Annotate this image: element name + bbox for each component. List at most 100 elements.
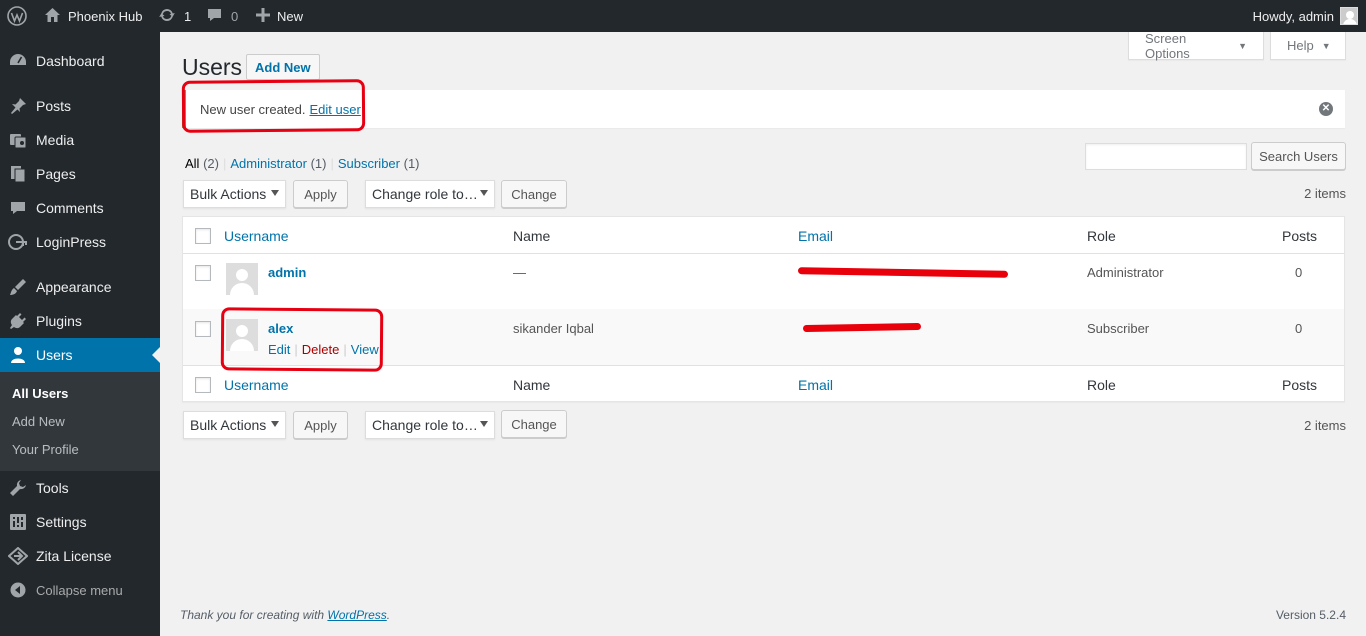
updates-link[interactable]: 1 <box>158 0 191 32</box>
select-all-checkbox[interactable] <box>195 377 211 393</box>
filter-separator: | <box>330 156 334 171</box>
column-email-header[interactable]: Email <box>798 228 833 244</box>
help-label: Help <box>1287 38 1314 53</box>
collapse-menu-button[interactable]: Collapse menu <box>0 575 160 605</box>
filter-administrator[interactable]: Administrator (1) <box>230 156 326 171</box>
submenu-your-profile[interactable]: Your Profile <box>12 442 79 457</box>
change-role-button[interactable]: Change <box>501 180 567 208</box>
wordpress-link[interactable]: WordPress <box>327 608 386 622</box>
tools-icon <box>0 479 36 497</box>
add-new-user-button[interactable]: Add New <box>246 54 320 80</box>
filter-all[interactable]: All (2) <box>185 156 219 171</box>
menu-label: Comments <box>36 200 104 216</box>
menu-dashboard[interactable]: Dashboard <box>0 44 160 78</box>
screen-options-button[interactable]: Screen Options ▼ <box>1128 30 1264 61</box>
change-role-select-bottom[interactable]: Change role to… <box>365 411 495 439</box>
plus-icon <box>256 7 270 25</box>
menu-settings[interactable]: Settings <box>0 505 160 539</box>
menu-zita-license[interactable]: Zita License <box>0 539 160 573</box>
select-value: Bulk Actions <box>190 186 267 202</box>
menu-users[interactable]: Users <box>0 338 160 372</box>
user-avatar <box>1340 7 1358 25</box>
comments-link[interactable]: 0 <box>206 0 238 32</box>
collapse-label: Collapse menu <box>36 582 123 598</box>
page-title: Users <box>182 54 243 80</box>
column-username-footer[interactable]: Username <box>224 377 289 393</box>
filter-separator: | <box>222 156 227 171</box>
dismiss-notice-icon[interactable]: ✕ <box>1319 102 1333 116</box>
menu-pages[interactable]: Pages <box>0 157 160 191</box>
admin-bar: Phoenix Hub 1 0 New Howdy, admin <box>0 0 1366 32</box>
change-role-button-bottom[interactable]: Change <box>501 410 567 438</box>
select-all-checkbox[interactable] <box>195 228 211 244</box>
filter-subscriber[interactable]: Subscriber (1) <box>338 156 420 171</box>
username-link[interactable]: admin <box>268 265 306 280</box>
dropdown-arrow-icon <box>480 421 488 427</box>
menu-comments[interactable]: Comments <box>0 191 160 225</box>
filter-label: All <box>185 156 200 171</box>
column-name-footer: Name <box>513 377 551 393</box>
plugins-icon <box>0 312 36 330</box>
apply-button-bottom[interactable]: Apply <box>293 411 348 439</box>
filter-label: Subscriber <box>337 156 400 171</box>
menu-posts[interactable]: Posts <box>0 89 160 123</box>
caret-down-icon: ▼ <box>1238 40 1247 51</box>
bulk-actions-select[interactable]: Bulk Actions <box>183 180 286 208</box>
menu-label: Pages <box>36 166 76 182</box>
loginpress-icon <box>0 233 36 251</box>
column-email-footer[interactable]: Email <box>798 377 833 393</box>
site-name-link[interactable]: Phoenix Hub <box>44 0 142 32</box>
new-content-link[interactable]: New <box>256 0 303 32</box>
menu-loginpress[interactable]: LoginPress <box>0 225 160 259</box>
wordpress-logo-icon[interactable] <box>7 0 27 32</box>
menu-tools[interactable]: Tools <box>0 471 160 505</box>
change-role-select[interactable]: Change role to… <box>365 180 495 208</box>
column-role-header: Role <box>1087 228 1116 244</box>
home-icon <box>44 7 61 26</box>
annotation-highlight <box>220 307 384 372</box>
menu-label: Users <box>36 347 73 363</box>
filter-label: Administrator <box>230 156 307 171</box>
filter-count: (1) <box>310 156 327 171</box>
search-users-input[interactable] <box>1085 143 1247 170</box>
menu-label: Appearance <box>36 279 112 295</box>
screen-options-label: Screen Options <box>1145 30 1190 61</box>
user-posts-count: 0 <box>1295 265 1303 280</box>
menu-label: Media <box>36 132 75 148</box>
menu-label: Dashboard <box>36 53 105 69</box>
row-checkbox[interactable] <box>195 321 211 337</box>
row-checkbox[interactable] <box>195 265 211 281</box>
annotation-highlight <box>181 79 366 133</box>
select-value: Bulk Actions <box>190 417 267 433</box>
footer-text: Thank you for creating with <box>180 608 325 622</box>
menu-plugins[interactable]: Plugins <box>0 304 160 338</box>
user-role: Subscriber <box>1087 321 1150 336</box>
menu-label: Settings <box>36 514 87 530</box>
new-label: New <box>277 8 304 24</box>
footer-thanks: Thank you for creating with WordPress. <box>180 608 390 622</box>
user-name: sikander Iqbal <box>513 321 594 336</box>
users-submenu: All Users Add New Your Profile <box>0 372 160 471</box>
apply-button[interactable]: Apply <box>293 180 348 208</box>
my-account-link[interactable]: Howdy, admin <box>1253 0 1358 32</box>
howdy-text: Howdy, admin <box>1252 8 1334 24</box>
search-users-button[interactable]: Search Users <box>1251 142 1346 170</box>
submenu-all-users[interactable]: All Users <box>12 386 68 401</box>
dropdown-arrow-icon <box>480 190 488 196</box>
select-value: Change role to… <box>372 186 478 202</box>
help-button[interactable]: Help ▼ <box>1270 32 1346 60</box>
user-name: — <box>513 265 526 280</box>
footer-version: Version 5.2.4 <box>1275 608 1346 622</box>
pages-icon <box>0 165 36 183</box>
submenu-add-new[interactable]: Add New <box>12 414 65 429</box>
menu-appearance[interactable]: Appearance <box>0 270 160 304</box>
column-username-header[interactable]: Username <box>224 228 289 244</box>
menu-media[interactable]: Media <box>0 123 160 157</box>
filter-count: (1) <box>403 156 420 171</box>
menu-label: Plugins <box>36 313 82 329</box>
admin-sidebar: Dashboard Posts Media Pages Comments Log… <box>0 32 160 636</box>
media-icon <box>0 131 36 149</box>
menu-label: Tools <box>36 480 69 496</box>
bulk-actions-select-bottom[interactable]: Bulk Actions <box>183 411 286 439</box>
menu-label: Posts <box>36 98 72 114</box>
